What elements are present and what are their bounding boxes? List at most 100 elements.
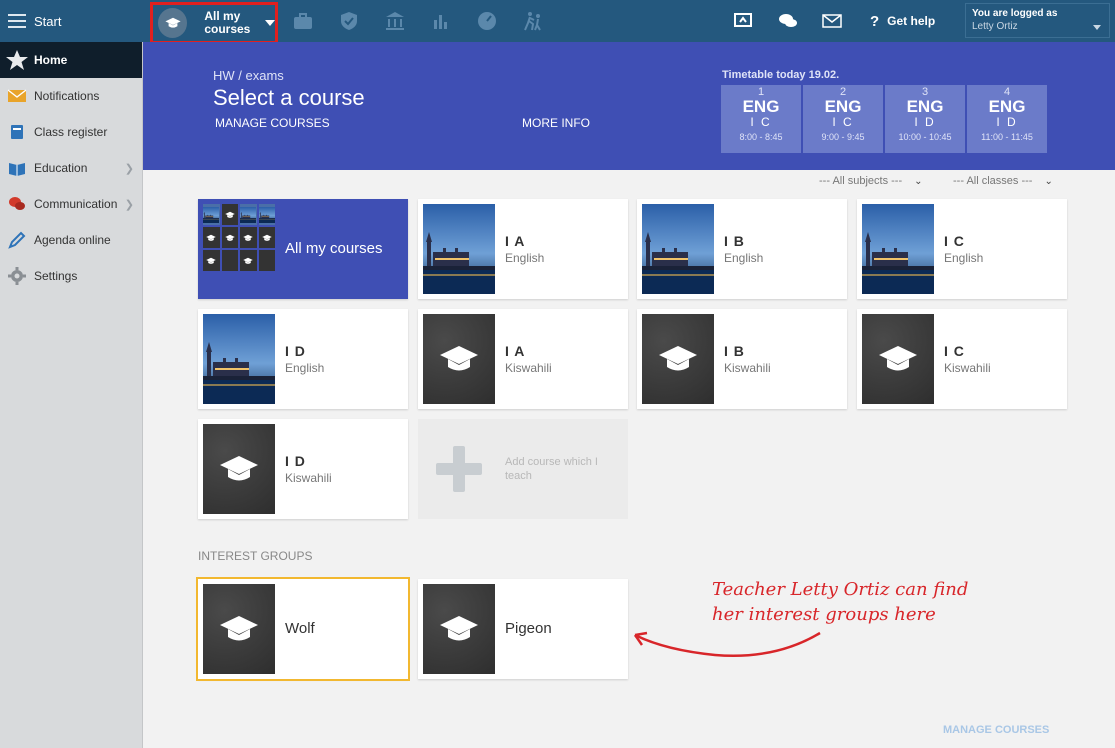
graduation-cap-icon [219,454,259,484]
timetable-title: Timetable today 19.02. [722,69,840,81]
course-class: I C [944,233,965,249]
education-icon [6,158,28,178]
annotation-line: Teacher Letty Ortiz can find [712,579,969,600]
plus-icon [423,424,495,514]
chevron-down-icon [265,20,275,26]
speedometer-icon[interactable] [476,10,498,32]
course-card-title: All my courses [285,240,383,257]
subject-filter-select[interactable]: --- All subjects --- ⌄ [819,175,923,187]
sidebar-item-label: Settings [34,269,78,283]
course-card[interactable]: I A English [418,199,628,299]
class-filter-select[interactable]: --- All classes --- ⌄ [953,175,1053,187]
interest-group-name: Pigeon [505,620,552,637]
add-course-button[interactable]: Add course which I teach [418,419,628,519]
graduation-cap-icon [219,614,259,644]
institution-icon[interactable] [384,10,406,32]
course-subject: Kiswahili [724,361,771,375]
london-photo [203,314,275,404]
user-menu[interactable]: You are logged as Letty Ortiz [965,3,1110,38]
course-class: I B [724,343,745,359]
get-help-button[interactable]: ? Get help [870,10,935,32]
annotation-arrow [633,631,821,658]
sidebar-item-label: Class register [34,125,108,139]
annotation-text: Teacher Letty Ortiz can find her interes… [712,577,968,627]
sidebar-item-class-register[interactable]: Class register [0,114,142,150]
lesson-class: I D [996,115,1018,129]
class-filter-value: --- All classes --- [953,175,1033,187]
course-card[interactable]: I A Kiswahili [418,309,628,409]
more-info-link[interactable]: MORE INFO [522,116,590,130]
bar-chart-icon[interactable] [430,10,452,32]
interest-groups-heading: INTEREST GROUPS [198,549,313,563]
get-help-label: Get help [887,14,936,28]
london-photo [862,204,934,294]
course-thumbnail [642,314,714,404]
group-thumbnail [203,584,275,674]
course-switcher[interactable]: All my courses [150,2,278,44]
course-card[interactable]: I B Kiswahili [637,309,847,409]
subject-filter-value: --- All subjects --- [819,175,903,187]
book-icon [6,122,28,142]
course-subject: English [285,361,325,375]
sidebar-item-communication[interactable]: Communication ❯ [0,186,142,222]
lesson-time: 8:00 - 8:45 [739,132,783,142]
sidebar-item-settings[interactable]: Settings [0,258,142,294]
course-thumbnail [203,424,275,514]
interest-group-card[interactable]: Wolf [196,577,410,681]
course-subject: Kiswahili [285,471,332,485]
chevron-right-icon: ❯ [124,198,134,211]
briefcase-icon[interactable] [292,10,314,32]
timetable-lesson[interactable]: 2 ENG I C 9:00 - 9:45 [803,85,883,153]
top-bar: Start All my courses ? Get help You are [0,0,1115,44]
course-card-all[interactable]: All my courses [198,199,408,299]
course-subject: English [944,251,984,265]
timetable-lesson[interactable]: 3 ENG I D 10:00 - 10:45 [885,85,965,153]
sidebar-item-notifications[interactable]: Notifications [0,78,142,114]
timetable-lesson[interactable]: 1 ENG I C 8:00 - 8:45 [721,85,801,153]
page-title: Select a course [213,85,365,110]
manage-courses-link[interactable]: MANAGE COURSES [215,116,330,130]
breadcrumb[interactable]: HW / exams [213,68,284,83]
lesson-class: I C [750,115,772,129]
sidebar-item-agenda-online[interactable]: Agenda online [0,222,142,258]
manage-courses-footer-link[interactable]: MANAGE COURSES [943,724,1049,736]
sidebar-item-education[interactable]: Education ❯ [0,150,142,186]
course-subject: Kiswahili [944,361,991,375]
course-card[interactable]: I D Kiswahili [198,419,408,519]
course-card[interactable]: I D English [198,309,408,409]
sidebar: Home Notifications Class register Educat… [0,42,143,748]
course-class: I A [505,233,526,249]
chat-icon [6,194,28,214]
lesson-subject: ENG [824,97,862,116]
london-photo [423,204,495,294]
course-subject: English [505,251,545,265]
graduation-cap-icon [439,614,479,644]
course-card[interactable]: I C English [857,199,1067,299]
walking-icon[interactable] [522,10,544,32]
mail-icon[interactable] [821,10,843,32]
interest-group-card[interactable]: Pigeon [418,579,628,679]
course-thumbnail [862,314,934,404]
timetable-lesson[interactable]: 4 ENG I D 11:00 - 11:45 [967,85,1047,153]
sidebar-item-label: Home [34,53,68,67]
start-menu-button[interactable]: Start [0,0,143,42]
shield-icon[interactable] [338,10,360,32]
start-label: Start [34,13,62,29]
envelope-icon [6,86,28,106]
lesson-subject: ENG [988,97,1026,116]
add-course-label: Add course which I teach [505,456,598,482]
chevron-down-icon: ⌄ [914,175,923,187]
chat-bubbles-icon[interactable] [777,10,799,32]
page-header: HW / exams Select a course MANAGE COURSE… [143,42,1115,170]
course-class: I D [285,453,306,469]
cast-icon[interactable] [732,10,754,32]
lesson-subject: ENG [742,97,780,116]
lesson-class: I D [914,115,936,129]
lesson-time: 10:00 - 10:45 [898,132,952,142]
course-card[interactable]: I B English [637,199,847,299]
lesson-class: I C [832,115,854,129]
chevron-down-icon: ⌄ [1044,175,1053,187]
annotation-line: her interest groups here [712,604,936,625]
course-card[interactable]: I C Kiswahili [857,309,1067,409]
sidebar-item-home[interactable]: Home [0,42,142,78]
